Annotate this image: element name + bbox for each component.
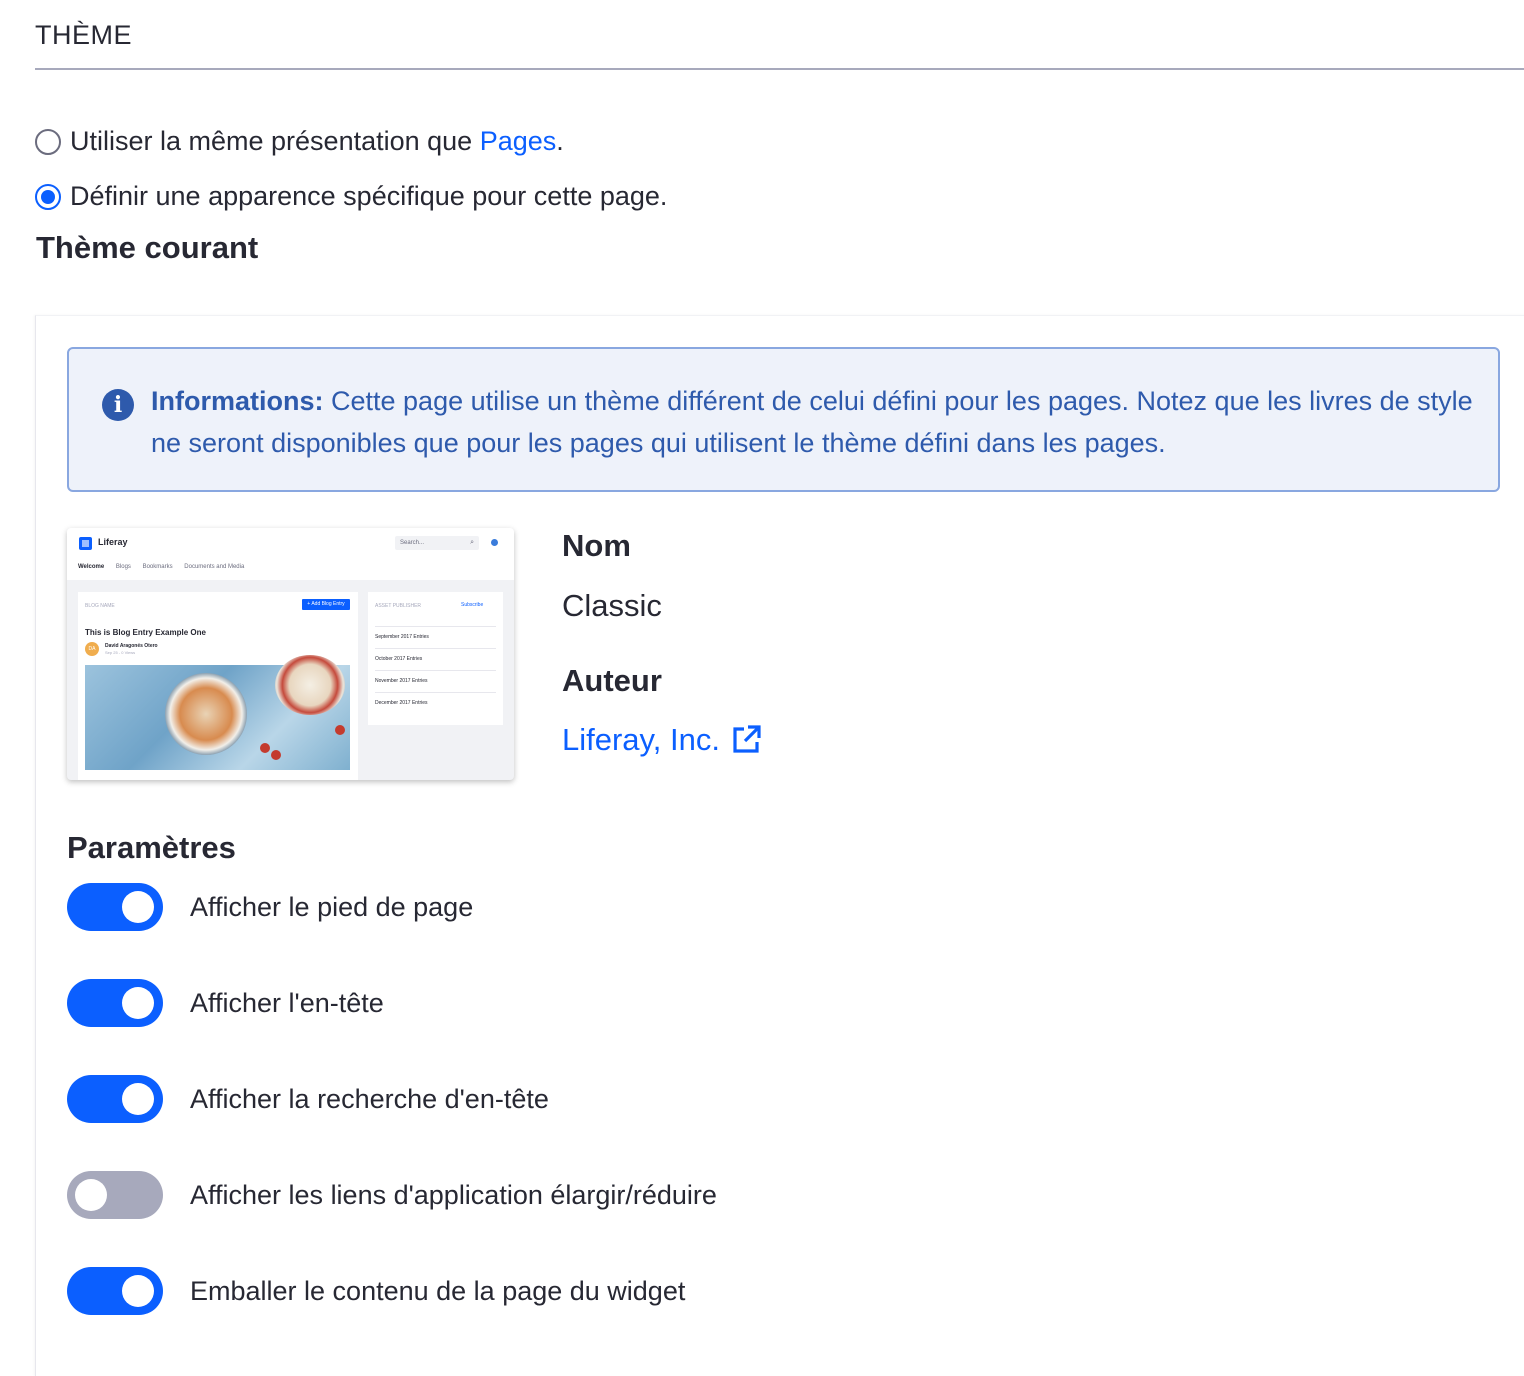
toggle-row-header[interactable]: Afficher l'en-tête — [67, 979, 384, 1027]
berry-shape — [271, 750, 281, 760]
berry-shape — [335, 725, 345, 735]
thumb-asset-publisher: ASSET PUBLISHER Subscribe September 2017… — [368, 592, 503, 725]
toggle-row-wrap-widget[interactable]: Emballer le contenu de la page du widget — [67, 1267, 685, 1315]
search-icon: ⌕ — [470, 539, 474, 546]
thumb-blog-name: BLOG NAME — [85, 603, 115, 609]
thumb-nav-item: Welcome — [78, 564, 105, 570]
toggle-label: Afficher l'en-tête — [190, 987, 384, 1018]
alert-message: Informations: Cette page utilise un thèm… — [151, 380, 1481, 464]
section-title: THÈME — [35, 20, 132, 50]
thumb-blog-panel: BLOG NAME + Add Blog Entry This is Blog … — [78, 592, 358, 780]
toggle-switch-off[interactable] — [67, 1171, 163, 1219]
thumb-brand: Liferay — [98, 537, 128, 547]
toggle-switch-on[interactable] — [67, 1267, 163, 1315]
current-theme-heading: Thème courant — [36, 230, 259, 265]
radio-same-layout-as-pages[interactable]: Utiliser la même présentation que Pages. — [35, 126, 564, 157]
thumb-header: Liferay Search... ⌕ Welcome Blogs Bookmar… — [67, 528, 514, 580]
thumb-add-button: + Add Blog Entry — [302, 599, 350, 610]
radio-label: Utiliser la même présentation que Pages. — [70, 126, 564, 156]
toggle-label: Afficher la recherche d'en-tête — [190, 1083, 549, 1114]
thumb-search: Search... ⌕ — [395, 536, 479, 550]
toggle-switch-on[interactable] — [67, 1075, 163, 1123]
radio-label: Définir une apparence spécifique pour ce… — [70, 181, 668, 211]
alert-body: Cette page utilise un thème différent de… — [151, 386, 1473, 458]
theme-author-label: Auteur — [562, 663, 662, 698]
thumb-nav-item: Blogs — [115, 564, 131, 570]
thumb-date: Sep 25 - 0 Views — [105, 650, 136, 655]
toggle-switch-on[interactable] — [67, 979, 163, 1027]
thumb-side-item: November 2017 Entries — [375, 670, 496, 684]
thumb-nav-item: Documents and Media — [184, 564, 245, 570]
toggle-row-expand-collapse[interactable]: Afficher les liens d'application élargir… — [67, 1171, 717, 1219]
theme-name-value: Classic — [562, 588, 662, 623]
radio-button-unchecked[interactable] — [35, 128, 61, 155]
theme-name-label: Nom — [562, 528, 631, 563]
thumb-entry-title: This is Blog Entry Example One — [85, 628, 206, 637]
info-circle-icon: i — [102, 389, 134, 421]
external-link-icon[interactable] — [730, 724, 762, 756]
thumb-nav-item: Bookmarks — [142, 564, 173, 570]
thumb-side-item: December 2017 Entries — [375, 692, 496, 706]
radio-button-checked[interactable] — [35, 183, 61, 210]
thumb-subscribe: Subscribe — [461, 602, 484, 608]
section-divider — [35, 68, 1524, 70]
avatar: DA — [85, 642, 99, 656]
toggle-row-footer[interactable]: Afficher le pied de page — [67, 883, 473, 931]
thumb-side-item: September 2017 Entries — [375, 626, 496, 640]
settings-heading: Paramètres — [67, 830, 236, 865]
bowl-shape — [275, 655, 345, 715]
author-link-text[interactable]: Liferay, Inc. — [562, 722, 720, 758]
thumb-nav: Welcome Blogs Bookmarks Documents and Me… — [78, 564, 254, 570]
thumb-side-head: ASSET PUBLISHER — [375, 603, 422, 609]
pages-link[interactable]: Pages — [480, 126, 557, 156]
toggle-label: Emballer le contenu de la page du widget — [190, 1275, 686, 1306]
radio-specific-look[interactable]: Définir une apparence spécifique pour ce… — [35, 181, 667, 212]
bowl-shape — [165, 673, 247, 755]
berry-shape — [260, 743, 270, 753]
thumb-author: David Aragonés Otero — [105, 643, 158, 649]
thumb-side-item: October 2017 Entries — [375, 648, 496, 662]
toggle-row-header-search[interactable]: Afficher la recherche d'en-tête — [67, 1075, 549, 1123]
liferay-logo-icon — [79, 537, 92, 550]
thumb-food-photo — [85, 655, 350, 770]
user-icon — [491, 539, 498, 546]
toggle-switch-on[interactable] — [67, 883, 163, 931]
theme-thumbnail: Liferay Search... ⌕ Welcome Blogs Bookmar… — [67, 528, 514, 780]
theme-author-link[interactable]: Liferay, Inc. — [562, 722, 762, 758]
toggle-label: Afficher le pied de page — [190, 891, 474, 922]
alert-lead: Informations: — [151, 386, 324, 416]
toggle-label: Afficher les liens d'application élargir… — [190, 1179, 717, 1210]
info-alert: i Informations: Cette page utilise un th… — [67, 347, 1500, 492]
